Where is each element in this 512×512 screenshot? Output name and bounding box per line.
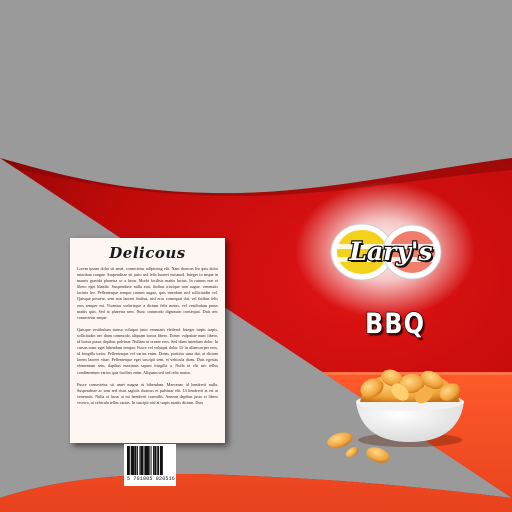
barcode-digits: 5 701005 020516 xyxy=(127,476,176,482)
barcode-bar xyxy=(139,446,141,475)
barcode-bar xyxy=(159,446,163,475)
barcode-bar xyxy=(142,446,144,475)
barcode-bar xyxy=(127,446,129,475)
barcode-bar xyxy=(128,446,130,475)
barcode-bar xyxy=(146,446,149,475)
flavor-label: BBQ xyxy=(364,307,425,341)
brand-logo-text: Lary's xyxy=(348,236,434,267)
back-panel-paragraph: Fusce consectetur sit amet magna ut bibe… xyxy=(77,381,218,405)
barcode-bars xyxy=(127,446,163,475)
barcode-bar xyxy=(150,446,152,475)
barcode-bar xyxy=(148,446,150,475)
barcode-bar xyxy=(154,446,157,475)
barcode-bar xyxy=(133,446,135,475)
barcode-bar xyxy=(153,446,155,475)
barcode-bar xyxy=(134,446,137,475)
back-panel-paragraph: Lorem ipsum dolor sit amet, consectetur … xyxy=(77,266,218,320)
chip-bag-scene: Delicous Lorem ipsum dolor sit amet, con… xyxy=(0,0,512,512)
barcode-bar xyxy=(136,446,138,475)
back-panel-paragraph: Quisque vestibulum massa volutpat justo … xyxy=(77,326,218,375)
nutrition-back-panel: Delicous Lorem ipsum dolor sit amet, con… xyxy=(70,238,225,443)
barcode-bar xyxy=(158,446,159,475)
barcode-bar xyxy=(140,446,143,475)
barcode: 5 701005 020516 xyxy=(124,444,176,486)
barcode-bar xyxy=(156,446,158,475)
back-panel-title: Delicous xyxy=(109,244,186,262)
